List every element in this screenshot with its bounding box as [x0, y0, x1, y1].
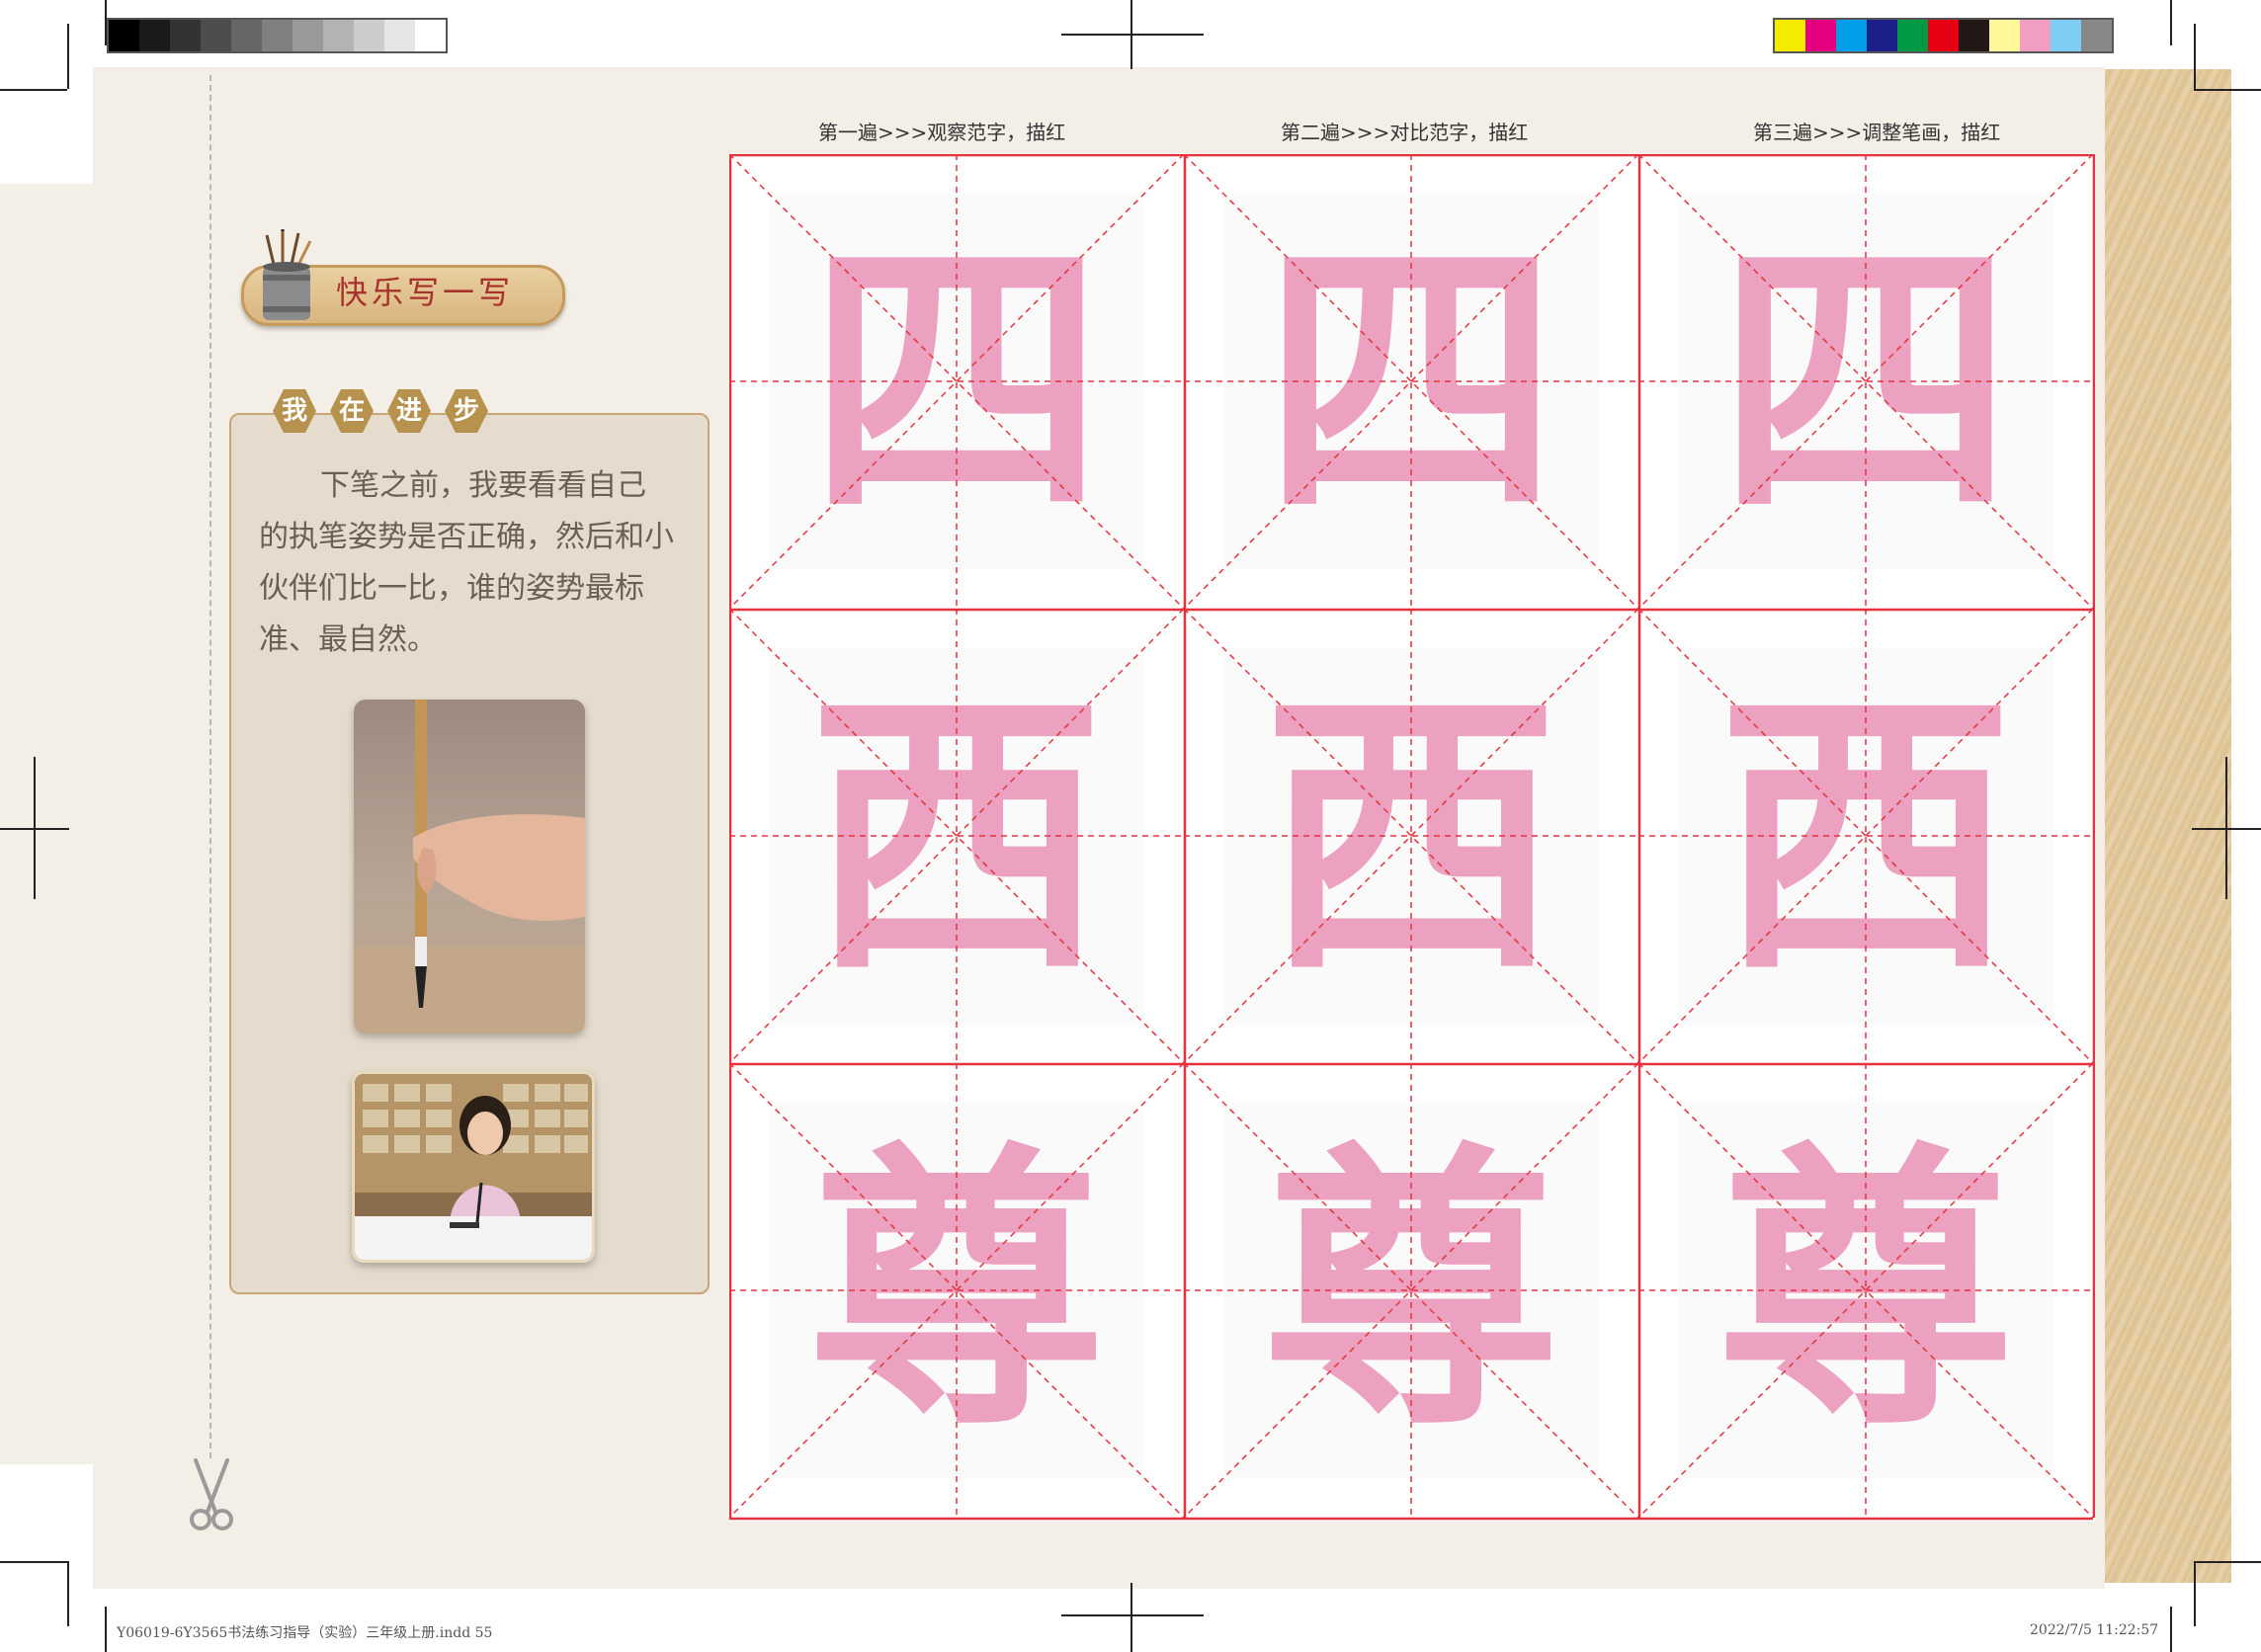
color-swatch: [2081, 20, 2112, 51]
column-header-3: 第三遍>>>调整笔画，描红: [1753, 121, 2001, 144]
cut-line: [209, 75, 211, 1458]
registration-mark: [1130, 1583, 1132, 1652]
column-header-2: 第二遍>>>对比范字，描红: [1281, 121, 1529, 144]
registration-mark: [0, 828, 69, 830]
right-decorative-strip: [2105, 69, 2231, 1583]
gray-swatch: [415, 20, 446, 51]
brush-cup-icon: [263, 229, 312, 320]
color-swatch: [2020, 20, 2051, 51]
crop-mark: [67, 1561, 69, 1626]
gray-swatch: [323, 20, 354, 51]
crop-mark: [2194, 1561, 2261, 1563]
brush-grip-photo: [354, 700, 585, 1033]
registration-mark: [1061, 1614, 1204, 1616]
gray-swatch: [354, 20, 384, 51]
gray-swatch-bar: [107, 18, 448, 53]
gray-swatch: [231, 20, 262, 51]
crop-mark: [2194, 89, 2261, 91]
left-margin-strip: [0, 184, 93, 1464]
crop-mark: [105, 1607, 107, 1652]
color-swatch: [1989, 20, 2020, 51]
footer-file-info: Y06019-6Y3565书法练习指导（实验）三年级上册.indd 55: [117, 1625, 493, 1641]
color-swatch: [1836, 20, 1867, 51]
color-swatch: [1928, 20, 1959, 51]
gray-swatch: [170, 20, 201, 51]
crop-mark: [0, 1561, 67, 1563]
color-swatch: [1805, 20, 1836, 51]
color-swatch: [1775, 20, 1805, 51]
crop-mark: [2170, 0, 2172, 45]
registration-mark: [1061, 34, 1204, 36]
crop-mark: [2194, 1561, 2196, 1626]
gray-swatch: [262, 20, 293, 51]
registration-mark: [2192, 828, 2261, 830]
gray-swatch: [109, 20, 139, 51]
crop-mark: [67, 24, 69, 89]
column-header-1: 第一遍>>>观察范字，描红: [818, 121, 1066, 144]
color-swatch: [1897, 20, 1928, 51]
color-swatch: [2051, 20, 2081, 51]
color-swatch: [1867, 20, 1897, 51]
gray-swatch: [139, 20, 170, 51]
gray-swatch: [201, 20, 231, 51]
gray-swatch: [384, 20, 415, 51]
crop-mark: [0, 89, 67, 91]
footer-timestamp: 2022/7/5 11:22:57: [2030, 1622, 2159, 1638]
color-swatch-bar: [1773, 18, 2114, 53]
girl-writing-photo: [352, 1071, 595, 1263]
crop-mark: [2194, 24, 2196, 89]
crop-mark: [2170, 1607, 2172, 1652]
grid-lines: [729, 154, 2095, 1521]
section-title: 快乐写一写: [336, 274, 515, 311]
scissors-icon: [190, 1458, 233, 1530]
practice-grid: 四四四西西西尊尊尊: [729, 154, 2095, 1522]
color-swatch: [1959, 20, 1989, 51]
gray-swatch: [293, 20, 323, 51]
progress-body-text: 下笔之前，我要看看自己的执笔姿势是否正确，然后和小伙伴们比一比，谁的姿势最标准、…: [259, 468, 674, 657]
